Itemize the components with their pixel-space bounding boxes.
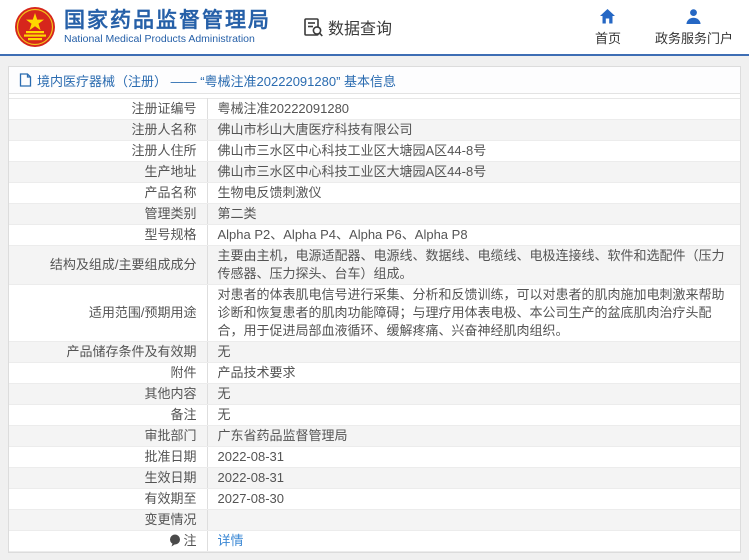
row-label: 产品储存条件及有效期 [9, 342, 207, 363]
registration-info-table: 注册证编号 粤械注准20222091280 注册人名称 佛山市杉山大唐医疗科技有… [9, 98, 740, 552]
row-value: 无 [207, 405, 740, 426]
table-row: 有效期至 2027-08-30 [9, 489, 740, 510]
content-panel: 境内医疗器械（注册） —— “粤械注准20222091280” 基本信息 注册证… [8, 66, 741, 553]
row-value: 详情 [207, 531, 740, 552]
national-emblem-icon [14, 6, 56, 48]
table-row: 管理类别 第二类 [9, 204, 740, 225]
table-row: 注册人住所 佛山市三水区中心科技工业区大塘园A区44-8号 [9, 141, 740, 162]
row-value: 2022-08-31 [207, 447, 740, 468]
data-query-label: 数据查询 [328, 15, 392, 39]
table-row: 结构及组成/主要组成成分 主要由主机，电源适配器、电源线、数据线、电缆线、电极连… [9, 246, 740, 285]
nav-home[interactable]: 首页 [595, 8, 621, 47]
row-label: 注册人住所 [9, 141, 207, 162]
row-value: 佛山市杉山大唐医疗科技有限公司 [207, 120, 740, 141]
row-value: 粤械注准20222091280 [207, 99, 740, 120]
table-row: 其他内容 无 [9, 384, 740, 405]
nav-home-label: 首页 [595, 28, 621, 47]
detail-link[interactable]: 详情 [218, 533, 244, 548]
site-header: 国家药品监督管理局 National Medical Products Admi… [0, 0, 749, 56]
row-label: 产品名称 [9, 183, 207, 204]
table-row: 型号规格 Alpha P2、Alpha P4、Alpha P6、Alpha P8 [9, 225, 740, 246]
table-row: 注册人名称 佛山市杉山大唐医疗科技有限公司 [9, 120, 740, 141]
row-label: 结构及组成/主要组成成分 [9, 246, 207, 285]
table-row: 批准日期 2022-08-31 [9, 447, 740, 468]
table-row: 注册证编号 粤械注准20222091280 [9, 99, 740, 120]
row-label: 生效日期 [9, 468, 207, 489]
row-label: 备注 [9, 405, 207, 426]
row-value: 2027-08-30 [207, 489, 740, 510]
row-label: 其他内容 [9, 384, 207, 405]
row-value: 生物电反馈刺激仪 [207, 183, 740, 204]
row-label: 注册人名称 [9, 120, 207, 141]
row-label: 附件 [9, 363, 207, 384]
nmpa-logo: 国家药品监督管理局 National Medical Products Admi… [14, 6, 271, 48]
row-label: 审批部门 [9, 426, 207, 447]
row-label: 生产地址 [9, 162, 207, 183]
row-value: 佛山市三水区中心科技工业区大塘园A区44-8号 [207, 162, 740, 183]
row-value: 广东省药品监督管理局 [207, 426, 740, 447]
row-label: 适用范围/预期用途 [9, 285, 207, 342]
table-row: 适用范围/预期用途 对患者的体表肌电信号进行采集、分析和反馈训练，可以对患者的肌… [9, 285, 740, 342]
row-value: 第二类 [207, 204, 740, 225]
nav-gov-portal[interactable]: 政务服务门户 [655, 8, 733, 47]
table-row: 审批部门 广东省药品监督管理局 [9, 426, 740, 447]
org-name-cn: 国家药品监督管理局 [64, 9, 271, 33]
table-row: 生效日期 2022-08-31 [9, 468, 740, 489]
home-icon [599, 8, 616, 25]
row-label: 有效期至 [9, 489, 207, 510]
row-label: 注册证编号 [9, 99, 207, 120]
document-icon [19, 73, 32, 87]
row-value: 无 [207, 384, 740, 405]
note-icon [169, 534, 181, 547]
data-query-tab[interactable]: 数据查询 [303, 15, 392, 39]
row-value: 产品技术要求 [207, 363, 740, 384]
org-name-en: National Medical Products Administration [64, 33, 271, 46]
table-row: 注 详情 [9, 531, 740, 552]
row-value: 2022-08-31 [207, 468, 740, 489]
info-table-body: 注册证编号 粤械注准20222091280 注册人名称 佛山市杉山大唐医疗科技有… [9, 99, 740, 552]
row-value: 对患者的体表肌电信号进行采集、分析和反馈训练，可以对患者的肌肉施加电刺激来帮助诊… [207, 285, 740, 342]
row-value: 主要由主机，电源适配器、电源线、数据线、电缆线、电极连接线、软件和选配件（压力传… [207, 246, 740, 285]
row-value: 无 [207, 342, 740, 363]
page-title: 境内医疗器械（注册） —— “粤械注准20222091280” 基本信息 [37, 71, 396, 90]
row-label: 型号规格 [9, 225, 207, 246]
table-row: 生产地址 佛山市三水区中心科技工业区大塘园A区44-8号 [9, 162, 740, 183]
row-label: 批准日期 [9, 447, 207, 468]
nav-gov-portal-label: 政务服务门户 [655, 28, 733, 47]
row-value: 佛山市三水区中心科技工业区大塘园A区44-8号 [207, 141, 740, 162]
table-row: 备注 无 [9, 405, 740, 426]
row-label: 变更情况 [9, 510, 207, 531]
row-value [207, 510, 740, 531]
person-icon [685, 8, 702, 25]
table-row: 变更情况 [9, 510, 740, 531]
row-label: 注 [9, 531, 207, 552]
table-row: 产品储存条件及有效期 无 [9, 342, 740, 363]
page-title-bar: 境内医疗器械（注册） —— “粤械注准20222091280” 基本信息 [9, 67, 740, 94]
table-row: 附件 产品技术要求 [9, 363, 740, 384]
table-row: 产品名称 生物电反馈刺激仪 [9, 183, 740, 204]
row-label: 管理类别 [9, 204, 207, 225]
document-search-icon [303, 17, 324, 38]
row-value: Alpha P2、Alpha P4、Alpha P6、Alpha P8 [207, 225, 740, 246]
